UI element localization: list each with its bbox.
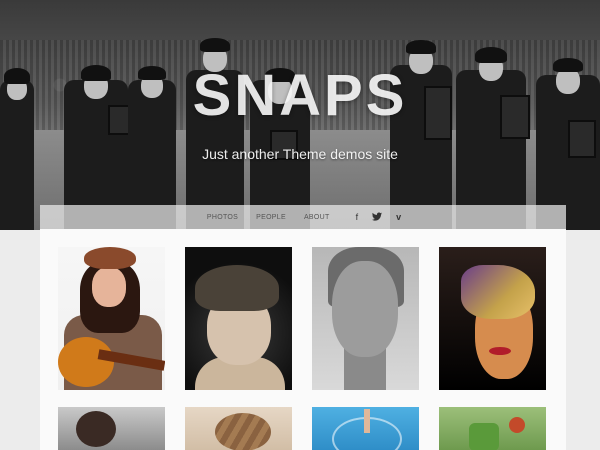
nav-item-about[interactable]: ABOUT [304, 214, 330, 221]
gallery-thumb-woman-portrait-2[interactable] [58, 407, 165, 450]
nav-item-people[interactable]: PEOPLE [256, 214, 286, 221]
nav-item-photos[interactable]: PHOTOS [207, 214, 238, 221]
vimeo-icon[interactable]: v [396, 212, 401, 222]
gallery-thumb-child-with-cap[interactable] [185, 247, 292, 390]
main-navigation: PHOTOS PEOPLE ABOUT f v [40, 205, 566, 229]
facebook-icon[interactable]: f [356, 212, 359, 222]
gallery-container [40, 229, 566, 450]
gallery-thumb-braided-hair[interactable] [185, 407, 292, 450]
site-tagline: Just another Theme demos site [202, 146, 398, 162]
hero-banner: SNAPS Just another Theme demos site [0, 0, 600, 230]
gallery-thumb-cups-table[interactable] [439, 407, 546, 450]
gallery-thumb-woman-portrait[interactable] [312, 247, 419, 390]
photographer-figure [250, 30, 310, 230]
gallery-thumb-girl-with-guitar[interactable] [58, 247, 165, 390]
photographer-figure [536, 30, 600, 230]
gallery-thumb-swimmer-water[interactable] [312, 407, 419, 450]
gallery-thumb-masquerade-woman[interactable] [439, 247, 546, 390]
site-title[interactable]: SNAPS [0, 62, 600, 129]
twitter-icon[interactable] [372, 212, 383, 223]
